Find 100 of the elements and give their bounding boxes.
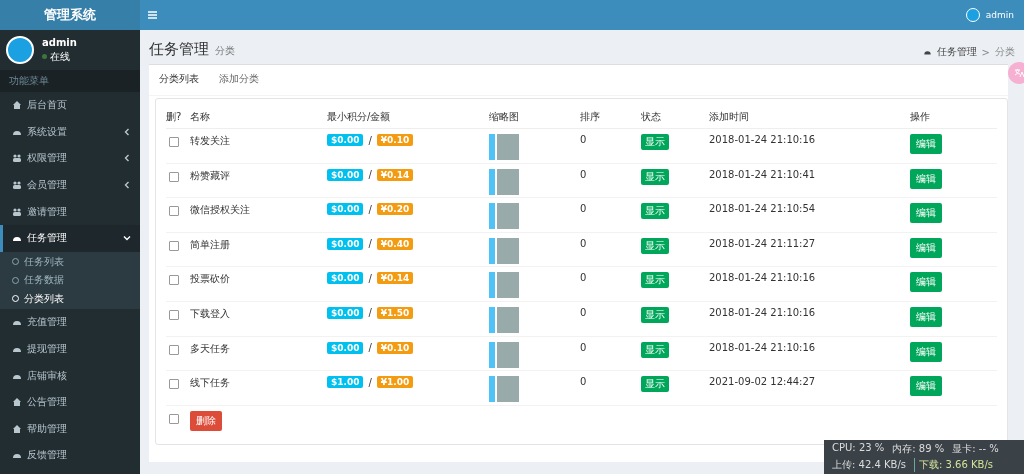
avatar-icon [6, 36, 34, 64]
status-label: 显示 [641, 272, 669, 289]
added-time: 2021-09-02 12:44:27 [709, 376, 817, 388]
home-icon [12, 100, 22, 111]
added-time: 2018-01-24 21:10:54 [709, 203, 817, 215]
column-header: 最小积分/金额 [327, 109, 392, 124]
status-label: 显示 [641, 376, 669, 393]
column-header: 缩略图 [489, 109, 520, 124]
users-icon [12, 153, 22, 164]
amount-label: ¥0.40 [376, 237, 414, 250]
top-username[interactable]: admin [985, 10, 1014, 20]
points-label: $0.00 [327, 306, 364, 319]
sidebar-item[interactable]: 提现管理 [0, 335, 140, 363]
sidebar-item[interactable]: 任务管理 [0, 224, 140, 252]
delete-button[interactable]: 删除 [190, 410, 222, 431]
select-all-checkbox[interactable] [169, 413, 179, 424]
category-name: 微信授权关注 [190, 203, 251, 218]
slash-separator: / [368, 272, 372, 284]
status-label: 显示 [641, 203, 669, 220]
slash-separator: / [368, 134, 372, 146]
added-time: 2018-01-24 21:10:16 [709, 134, 817, 145]
thumbnail-placeholder [489, 341, 519, 368]
submenu-item[interactable]: 任务数据 [0, 271, 140, 290]
menu-icon[interactable] [148, 11, 157, 19]
thumbnail-placeholder [489, 376, 519, 403]
status-label: 显示 [641, 237, 669, 254]
thumbnail-placeholder [489, 134, 519, 160]
column-header: 添加时间 [709, 109, 750, 124]
row-checkbox[interactable] [169, 344, 179, 355]
breadcrumb-item[interactable]: 任务管理 [936, 45, 977, 59]
breadcrumb-separator: > [981, 46, 990, 58]
category-name: 下载登入 [190, 306, 231, 321]
column-header: 排序 [580, 109, 601, 124]
status-label: 显示 [641, 306, 669, 323]
thumbnail-placeholder [489, 306, 519, 333]
sidebar-item[interactable]: 后台首页 [0, 92, 140, 119]
sidebar-item[interactable]: 会员管理 [0, 171, 140, 199]
added-time: 2018-01-24 21:10:16 [709, 272, 817, 284]
row-checkbox[interactable] [169, 240, 179, 251]
sort-value: 0 [580, 237, 588, 249]
sort-value: 0 [580, 341, 588, 353]
sidebar-item[interactable]: 邀请管理 [0, 198, 140, 225]
points-label: $0.00 [327, 341, 364, 354]
breadcrumb-item: 分类 [995, 45, 1015, 59]
brand-title: 管理系统 [0, 0, 140, 30]
amount-label: ¥0.10 [376, 341, 414, 354]
row-checkbox[interactable] [169, 171, 179, 182]
column-header: 名称 [190, 109, 211, 124]
column-header: 状态 [641, 109, 662, 124]
upload-speed: 上传: 42.4 KB/s [832, 458, 906, 472]
user-status: 在线 [50, 49, 70, 64]
sidebar-item[interactable]: 反馈管理 [0, 442, 140, 469]
sidebar-item[interactable]: 充值管理 [0, 309, 140, 336]
row-checkbox[interactable] [169, 206, 179, 217]
submenu-item[interactable]: 任务列表 [0, 252, 140, 272]
row-checkbox[interactable] [169, 379, 179, 390]
translate-icon[interactable] [1008, 62, 1024, 84]
added-time: 2018-01-24 21:10:41 [709, 168, 817, 180]
points-label: $0.00 [327, 168, 364, 181]
users-icon [12, 180, 22, 191]
sidebar-item[interactable]: 系统设置 [0, 118, 140, 146]
added-time: 2018-01-24 21:11:27 [709, 237, 817, 249]
tab[interactable]: 分类列表 [149, 65, 209, 95]
status-label: 显示 [641, 341, 669, 358]
sort-value: 0 [580, 203, 588, 215]
category-name: 投票砍价 [190, 272, 231, 287]
sort-value: 0 [580, 168, 588, 180]
home-icon [12, 397, 22, 408]
page-title: 任务管理 [149, 40, 209, 58]
sidebar-item[interactable]: 店铺审核 [0, 362, 140, 389]
slash-separator: / [368, 238, 372, 250]
submenu-item[interactable]: 分类列表 [0, 289, 140, 309]
points-label: $0.00 [327, 134, 364, 146]
points-label: $0.00 [327, 203, 364, 216]
cpu-usage: CPU: 23 % [832, 442, 885, 455]
home-icon [12, 423, 22, 434]
avatar-icon [965, 8, 980, 22]
sidebar-item[interactable]: 帮助管理 [0, 415, 140, 443]
points-label: $0.00 [327, 272, 364, 285]
sidebar-item[interactable]: 权限管理 [0, 145, 140, 172]
row-checkbox[interactable] [169, 275, 179, 286]
slash-separator: / [368, 307, 372, 319]
added-time: 2018-01-24 21:10:16 [709, 306, 817, 318]
points-label: $1.00 [327, 376, 364, 389]
amount-label: ¥1.00 [376, 376, 414, 389]
row-checkbox[interactable] [169, 309, 179, 320]
gpu-usage: 显卡: -- % [952, 442, 999, 456]
sort-value: 0 [580, 376, 588, 388]
added-time: 2018-01-24 21:10:16 [709, 341, 817, 353]
sidebar-item[interactable]: 公告管理 [0, 388, 140, 416]
category-name: 多天任务 [190, 341, 231, 356]
menu-header: 功能菜单 [0, 70, 140, 92]
row-checkbox[interactable] [169, 137, 179, 147]
thumbnail-placeholder [489, 272, 519, 299]
tab[interactable]: 添加分类 [209, 65, 269, 95]
points-label: $0.00 [327, 237, 364, 250]
status-label: 显示 [641, 168, 669, 185]
amount-label: ¥1.50 [376, 306, 414, 319]
amount-label: ¥0.14 [376, 168, 414, 181]
sort-value: 0 [580, 134, 588, 145]
